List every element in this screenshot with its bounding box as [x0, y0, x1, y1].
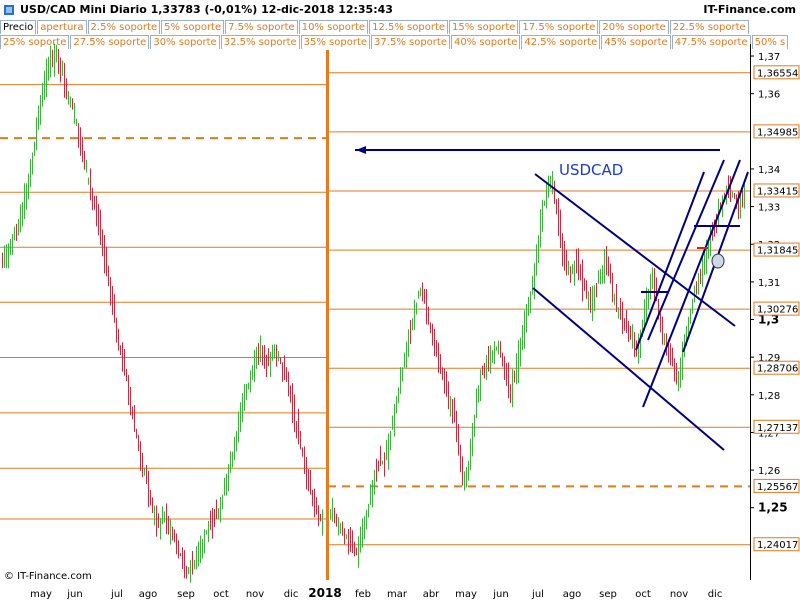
level-label: 1,30276	[757, 305, 798, 316]
x-tick-label: jul	[531, 589, 544, 600]
arrow-head	[356, 146, 366, 154]
x-tick-label: feb	[355, 589, 371, 600]
level-label: 1,31845	[757, 246, 798, 257]
level-label: 1,27137	[757, 423, 798, 434]
y-tick-label: 1,37	[758, 52, 780, 63]
level-label: 1,33415	[757, 186, 798, 197]
x-tick-label: sep	[599, 589, 617, 600]
x-tick-label: jun	[66, 589, 82, 600]
level-label: 1,24017	[757, 540, 798, 551]
watermark: © IT-Finance.com	[4, 571, 92, 582]
trendlines	[355, 146, 749, 451]
x-tick-label: nov	[246, 589, 264, 600]
x-tick-label: ago	[563, 589, 582, 600]
x-tick-label: 2018	[308, 586, 341, 600]
y-tick-label: 1,34	[758, 165, 780, 176]
x-tick-label: ago	[139, 589, 158, 600]
x-tick-label: sep	[177, 589, 195, 600]
x-tick-label: oct	[213, 589, 229, 600]
trendline	[532, 287, 725, 451]
level-label: 1,25567	[757, 482, 798, 493]
support-levels	[0, 50, 750, 580]
chart-annotation: USDCAD	[559, 161, 623, 179]
level-label: 1,28706	[757, 364, 798, 375]
x-tick-label: abr	[423, 589, 440, 600]
trendline	[642, 159, 741, 408]
marker-circle	[711, 253, 725, 269]
x-tick-label: nov	[670, 589, 688, 600]
x-tick-label: mar	[387, 589, 408, 600]
x-tick-label: may	[30, 589, 52, 600]
y-tick-label: 1,28	[758, 391, 780, 402]
y-tick-label: 1,36	[758, 90, 780, 101]
x-tick-label: may	[455, 589, 477, 600]
level-label: 1,34985	[757, 127, 798, 138]
y-tick-label: 1,31	[758, 278, 780, 289]
x-tick-label: jun	[492, 589, 508, 600]
price-bars	[2, 43, 745, 583]
x-tick-label: dic	[708, 589, 723, 600]
x-tick-label: jul	[110, 589, 123, 600]
y-tick-label: 1,25	[758, 501, 788, 515]
y-tick-label: 1,33	[758, 203, 780, 214]
y-tick-label: 1,26	[758, 466, 780, 477]
level-label: 1,36554	[757, 68, 798, 79]
price-chart[interactable]: 1,371,361,341,331,321,311,31,291,281,271…	[0, 0, 800, 600]
x-tick-label: oct	[635, 589, 651, 600]
x-tick-label: dic	[284, 589, 299, 600]
